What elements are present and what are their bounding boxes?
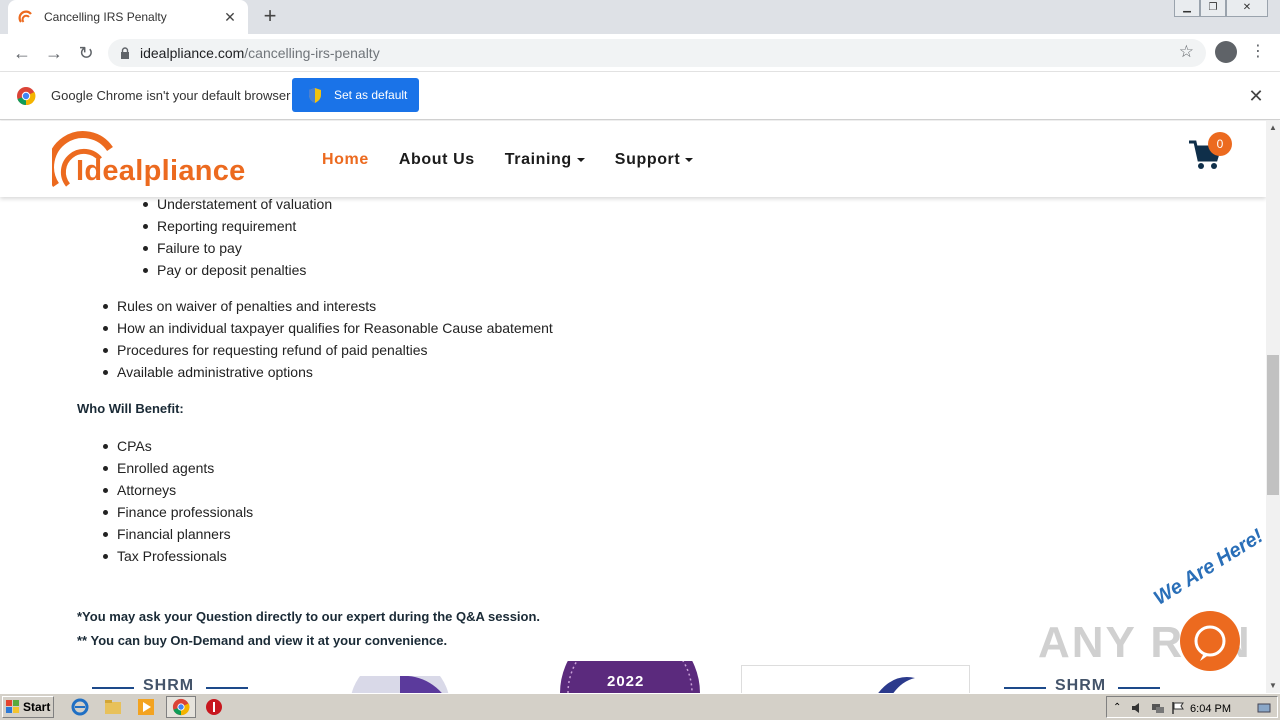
page-viewport: Idealpliance Home About Us Training Supp… (0, 121, 1266, 693)
set-as-default-button[interactable]: Set as default (292, 78, 419, 112)
site-logo[interactable]: Idealpliance (52, 127, 245, 189)
url-path: /cancelling-irs-penalty (244, 45, 380, 61)
shrm-badge-1: SHRM (143, 677, 195, 693)
stop-icon[interactable] (205, 698, 223, 716)
cart-count-badge: 0 (1208, 132, 1232, 156)
page-scrollbar[interactable]: ▲ ▼ (1266, 121, 1280, 693)
infobar-message: Google Chrome isn't your default browser (51, 88, 291, 103)
lock-icon (121, 47, 129, 59)
restore-icon[interactable]: ❐ (1200, 0, 1226, 17)
award-year: 2022 (607, 673, 645, 690)
forward-arrow-icon[interactable]: → (42, 41, 66, 65)
window-close-icon[interactable]: ✕ (1226, 0, 1268, 17)
taskbar-clock: 6:04 PM (1190, 703, 1231, 715)
action-center-flag-icon[interactable] (1171, 701, 1185, 715)
list-item: Procedures for requesting refund of paid… (103, 339, 553, 361)
bookmark-star-icon[interactable]: ☆ (1179, 42, 1194, 62)
divider (92, 687, 134, 689)
list-item: Rules on waiver of penalties and interes… (103, 295, 553, 317)
qa-note: *You may ask your Question directly to o… (77, 609, 541, 624)
partner-logo-card (741, 665, 970, 693)
divider (1118, 687, 1160, 689)
media-player-icon[interactable] (137, 698, 155, 716)
penalty-types-list: Understatement of valuation Reporting re… (142, 193, 332, 281)
internet-explorer-icon[interactable] (71, 698, 89, 716)
start-label: Start (23, 700, 51, 714)
default-browser-infobar: Google Chrome isn't your default browser… (0, 72, 1280, 120)
scroll-up-icon[interactable]: ▲ (1266, 121, 1280, 135)
scroll-down-icon[interactable]: ▼ (1266, 679, 1280, 693)
list-item: Available administrative options (103, 361, 553, 383)
list-item: Attorneys (102, 479, 253, 501)
list-item: How an individual taxpayer qualifies for… (103, 317, 553, 339)
address-bar[interactable]: idealpliance.com/cancelling-irs-penalty … (108, 39, 1206, 67)
windows-taskbar: Start ⌃ 6:04 PM (0, 693, 1280, 720)
tab-title: Cancelling IRS Penalty (44, 10, 167, 24)
chrome-logo-icon (17, 87, 36, 106)
nav-training-label: Training (504, 151, 572, 168)
chat-widget-button[interactable] (1180, 611, 1240, 671)
minimize-icon[interactable]: ▁ (1174, 0, 1200, 17)
tab-strip: Cancelling IRS Penalty ✕ + ▁ ❐ ✕ (0, 0, 1280, 34)
list-item: CPAs (102, 435, 253, 457)
uac-shield-icon (309, 87, 321, 103)
chat-widget-label: We Are Here! (1150, 525, 1266, 610)
url-host: idealpliance.com (140, 45, 245, 61)
chat-bubble-icon (1194, 625, 1226, 661)
list-item: Enrolled agents (102, 457, 253, 479)
browser-tab[interactable]: Cancelling IRS Penalty ✕ (8, 0, 248, 34)
benefit-list: CPAs Enrolled agents Attorneys Finance p… (102, 435, 253, 567)
list-item: Tax Professionals (102, 545, 253, 567)
network-icon[interactable] (1151, 701, 1165, 715)
chrome-taskbar-button[interactable] (166, 696, 196, 718)
windows-flag-icon (6, 700, 19, 713)
nav-support[interactable]: Support (615, 151, 694, 169)
list-item: Finance professionals (102, 501, 253, 523)
nav-support-label: Support (614, 151, 681, 168)
system-tray: ⌃ 6:04 PM (1106, 696, 1278, 718)
partner-swoosh-icon (878, 677, 915, 693)
profile-avatar-icon[interactable] (1215, 41, 1237, 63)
volume-icon[interactable] (1131, 701, 1145, 715)
divider (1004, 687, 1046, 689)
logo-text: Idealpliance (76, 155, 246, 187)
tray-expand-icon[interactable]: ⌃ (1113, 701, 1127, 715)
reload-icon[interactable]: ↻ (74, 41, 98, 65)
tab-close-icon[interactable]: ✕ (222, 9, 238, 26)
divider (206, 687, 248, 689)
window-controls: ▁ ❐ ✕ (1174, 0, 1268, 18)
caret-down-icon (576, 157, 585, 162)
list-item: Failure to pay (142, 237, 332, 259)
show-desktop-icon[interactable] (1257, 701, 1271, 715)
caret-down-icon (685, 157, 694, 162)
nav-home[interactable]: Home (322, 151, 369, 169)
file-explorer-icon[interactable] (104, 698, 122, 716)
chrome-icon (172, 698, 190, 716)
list-item: Financial planners (102, 523, 253, 545)
shrm-badge-2: SHRM (1055, 677, 1107, 693)
browser-toolbar: ← → ↻ idealpliance.com/cancelling-irs-pe… (0, 34, 1280, 72)
scroll-thumb[interactable] (1267, 355, 1279, 495)
new-tab-icon[interactable]: + (258, 4, 282, 28)
infobar-close-icon[interactable]: ✕ (1247, 86, 1265, 107)
circle-badge-icon (351, 676, 449, 693)
chrome-menu-icon[interactable]: ⋮ (1250, 40, 1266, 64)
set-as-default-label: Set as default (334, 88, 408, 102)
topics-list: Rules on waiver of penalties and interes… (103, 295, 553, 383)
site-header: Idealpliance Home About Us Training Supp… (0, 121, 1266, 197)
start-button[interactable]: Start (2, 696, 54, 718)
on-demand-note: ** You can buy On-Demand and view it at … (77, 633, 448, 648)
back-arrow-icon[interactable]: ← (10, 41, 34, 65)
list-item: Pay or deposit penalties (142, 259, 332, 281)
who-will-benefit-heading: Who Will Benefit: (77, 401, 184, 416)
main-nav: Home About Us Training Support (322, 151, 694, 169)
nav-training[interactable]: Training (505, 151, 585, 169)
site-favicon-icon (18, 10, 32, 23)
list-item: Reporting requirement (142, 215, 332, 237)
nav-about-us[interactable]: About Us (399, 151, 475, 169)
